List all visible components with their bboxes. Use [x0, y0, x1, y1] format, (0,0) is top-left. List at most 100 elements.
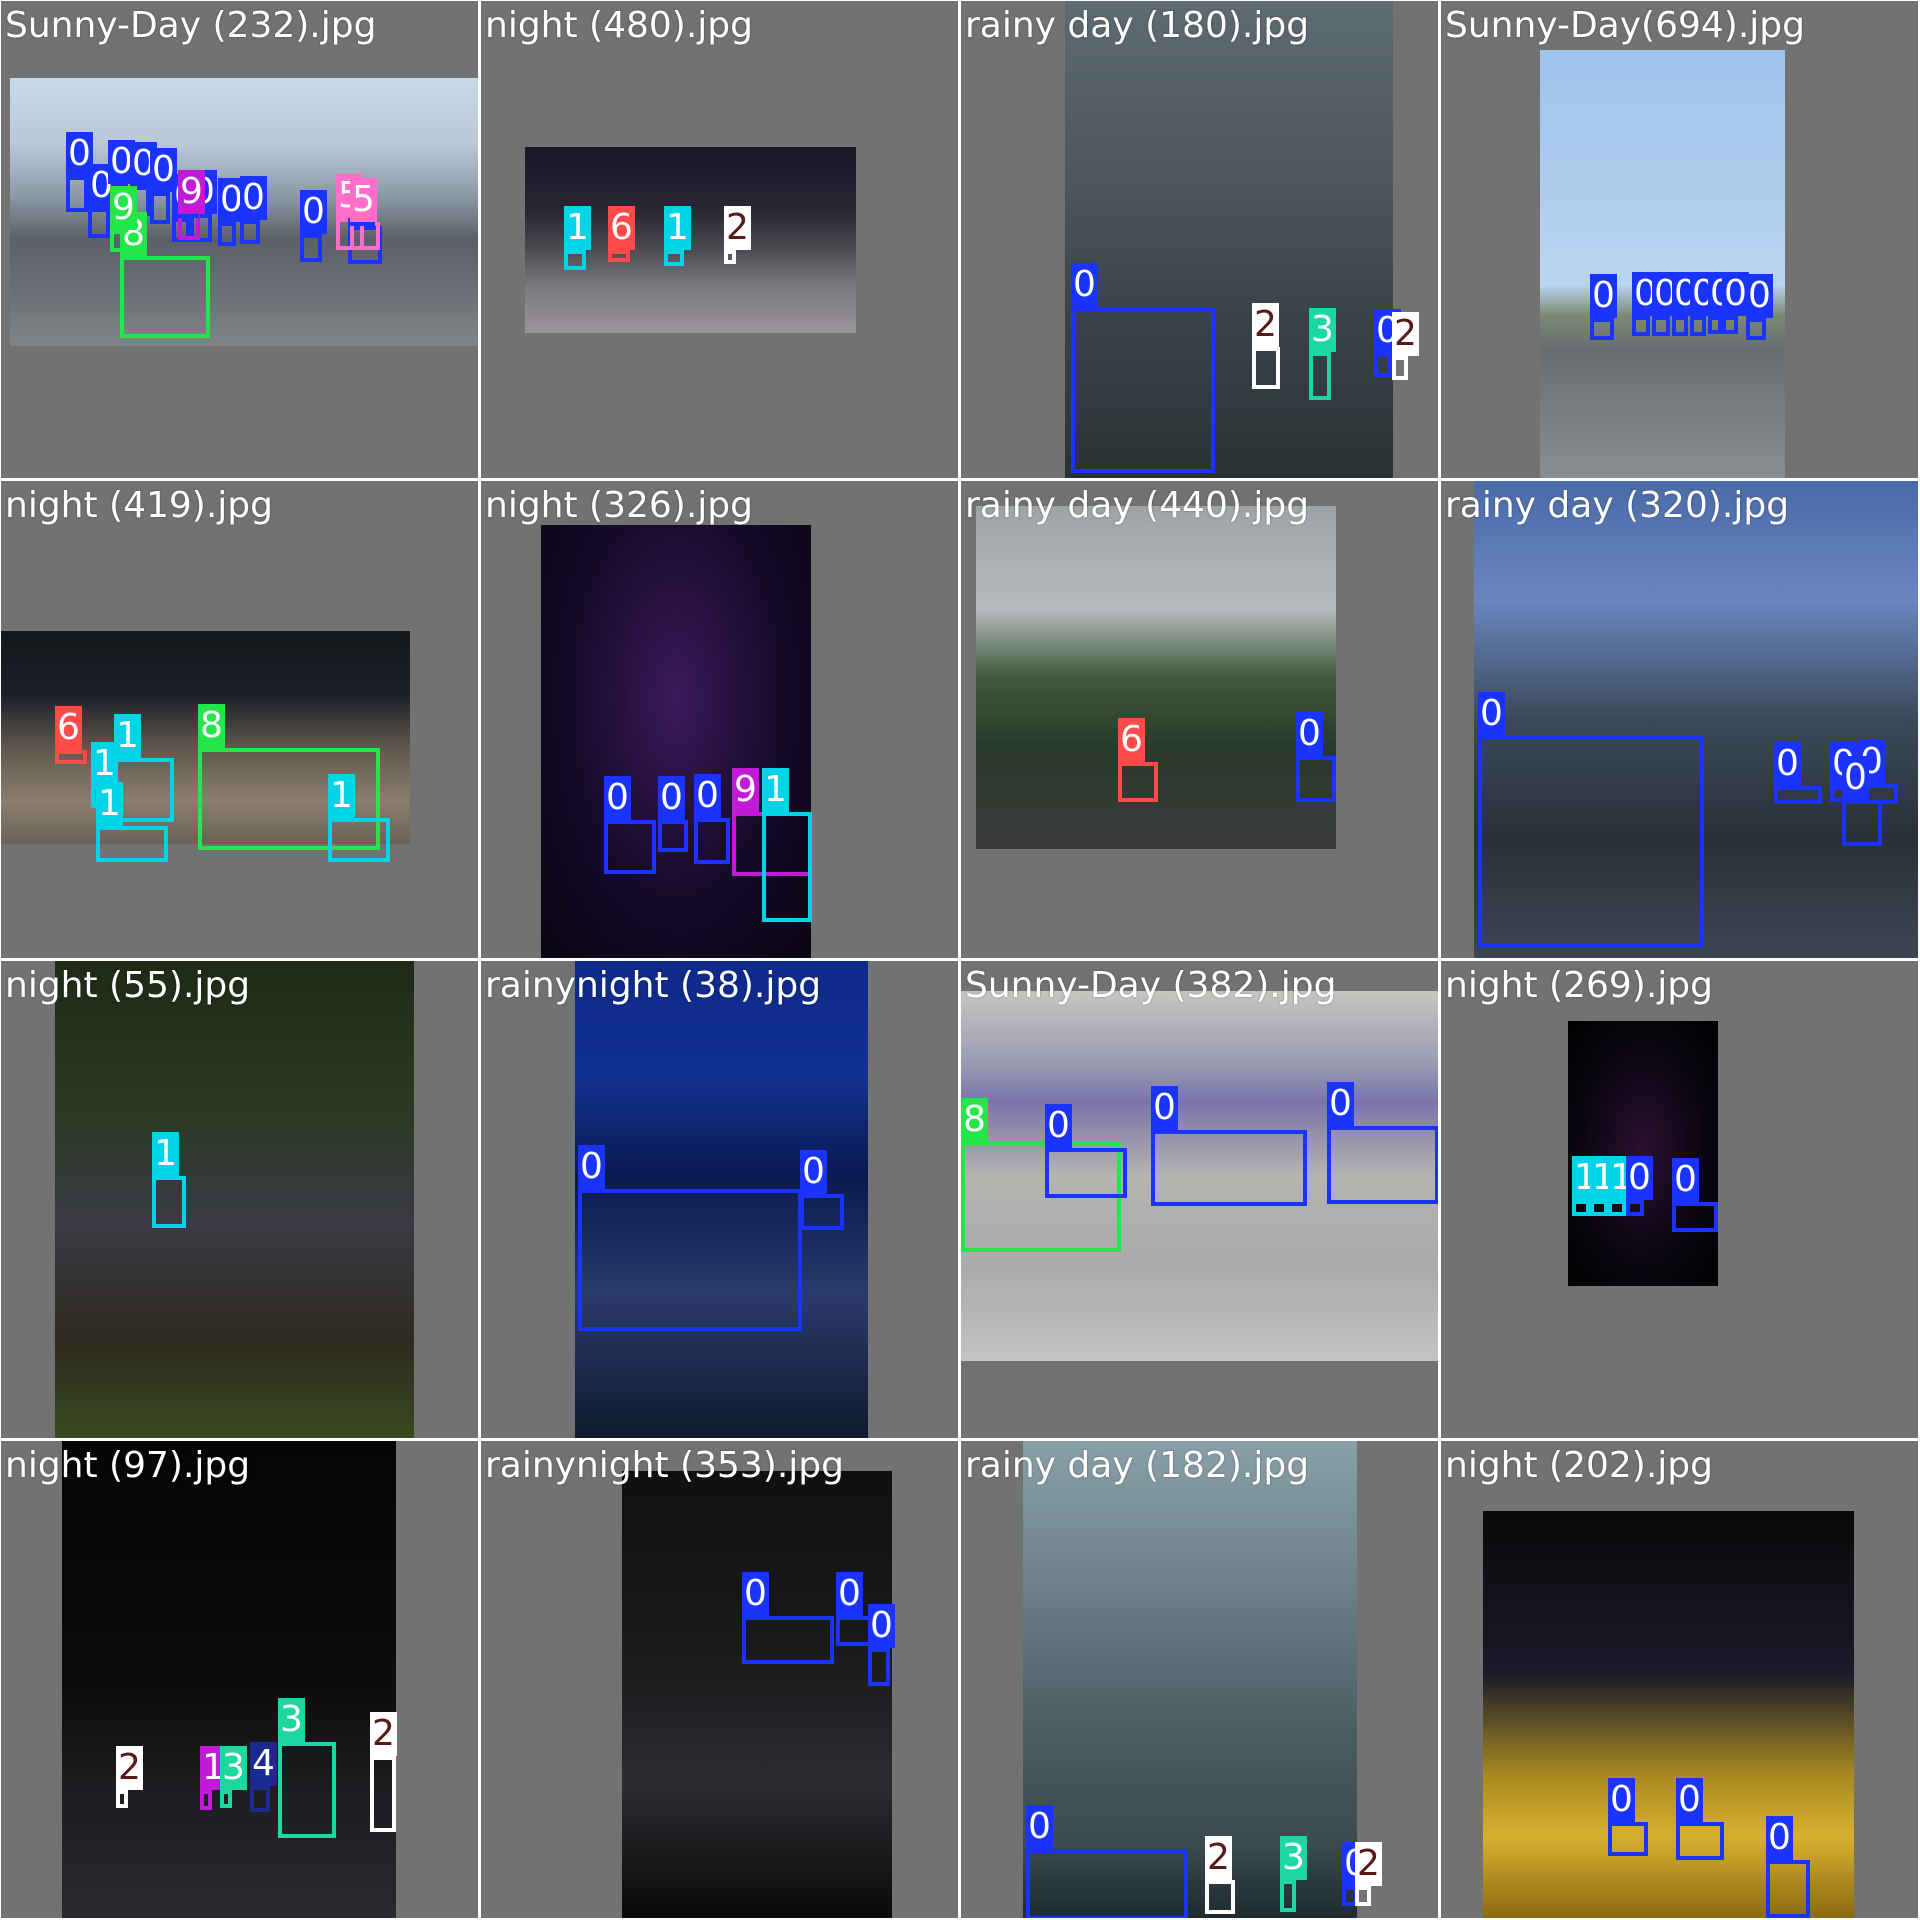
detection-mosaic: Sunny-Day (232).jpg0000000000095589night… [0, 0, 1920, 1920]
image-tile: rainynight (353).jpg 0 0 0 [481, 1441, 958, 1918]
detection-label: 1 [152, 1132, 179, 1176]
detection-box [564, 250, 586, 270]
detection-box [1632, 316, 1650, 336]
detection-label: 0 [1746, 274, 1773, 318]
detection-box [762, 812, 812, 922]
detection-label: 0 [1045, 1104, 1072, 1148]
detection-label: 0 [800, 1150, 827, 1194]
tile-filename: rainynight (353).jpg [485, 1445, 844, 1486]
detection-box [694, 818, 730, 864]
tile-filename: night (480).jpg [485, 5, 753, 46]
detection-label: 0 [1026, 1805, 1053, 1849]
image-tile: night (269).jpg 1 1 1 0 0 [1441, 961, 1918, 1438]
scene-photo [62, 1441, 396, 1918]
detection-box [1392, 356, 1408, 380]
detection-box [96, 826, 168, 862]
detection-label: 0 [300, 190, 327, 234]
detection-box [578, 1189, 802, 1331]
tile-filename: night (419).jpg [5, 485, 273, 526]
detection-box [350, 222, 380, 250]
detection-label: 0 [1608, 1778, 1635, 1822]
detection-label: 0 [1071, 263, 1098, 307]
detection-label: 9 [110, 186, 137, 230]
detection-label: 0 [240, 176, 267, 220]
detection-label: 0 [1626, 1156, 1653, 1200]
tile-filename: rainy day (182).jpg [965, 1445, 1310, 1486]
detection-label: 4 [250, 1742, 277, 1786]
detection-label: 1 [114, 714, 141, 758]
tile-filename: night (326).jpg [485, 485, 753, 526]
detection-label: 2 [116, 1746, 143, 1790]
detection-box [1572, 1200, 1590, 1216]
detection-box [1676, 1822, 1724, 1860]
detection-box [150, 192, 170, 224]
detection-box [1355, 1886, 1371, 1906]
detection-label: 6 [608, 206, 635, 250]
detection-box [218, 222, 236, 246]
image-tile: rainy day (182).jpg02302 [961, 1441, 1438, 1918]
detection-label: 1 [564, 206, 591, 250]
detection-label: 3 [1309, 308, 1336, 352]
detection-box [1327, 1126, 1438, 1204]
detection-box [1309, 352, 1331, 400]
detection-box [88, 208, 110, 238]
detection-label: 0 [1590, 274, 1617, 318]
detection-label: 0 [1672, 1158, 1699, 1202]
detection-box [220, 1790, 232, 1808]
detection-label: 2 [1205, 1836, 1232, 1880]
detection-box [658, 820, 688, 852]
detection-box [1205, 1880, 1235, 1914]
detection-label: 0 [868, 1604, 895, 1648]
detection-box [66, 176, 88, 212]
detection-label: 2 [370, 1712, 397, 1756]
tile-filename: Sunny-Day(694).jpg [1445, 5, 1805, 46]
image-tile: night (202).jpg 0 0 0 [1441, 1441, 1918, 1918]
detection-label: 0 [1842, 756, 1869, 800]
detection-box [250, 1786, 270, 1812]
detection-box [1118, 762, 1158, 802]
image-tile: rainy day (180).jpg 0 2 3 0 2 [961, 1, 1438, 478]
detection-box [1708, 316, 1722, 334]
detection-label: 0 [658, 776, 685, 820]
image-tile: night (326).jpg 0 0 0 9 1 [481, 481, 958, 958]
detection-box [1672, 316, 1688, 336]
detection-label: 0 [694, 774, 721, 818]
image-tile: Sunny-Day(694).jpg00000000 [1441, 1, 1918, 478]
detection-box [1045, 1148, 1127, 1198]
detection-box [300, 234, 322, 262]
detection-label: 0 [1722, 272, 1749, 316]
detection-box [1071, 307, 1215, 473]
detection-label: 1 [91, 742, 118, 786]
image-tile: night (419).jpg 6 1 1 1 8 1 [1, 481, 478, 958]
detection-box [1774, 786, 1822, 804]
detection-box [240, 220, 260, 244]
detection-box [55, 750, 87, 764]
detection-label: 0 [1478, 692, 1505, 736]
detection-label: 5 [350, 178, 377, 222]
detection-box [664, 250, 684, 266]
detection-label: 8 [961, 1098, 988, 1142]
detection-box [278, 1742, 336, 1838]
tile-filename: night (202).jpg [1445, 1445, 1713, 1486]
image-tile: night (97).jpg 2 1 3 4 3 2 [1, 1441, 478, 1918]
detection-box [1280, 1880, 1296, 1912]
detection-box [1608, 1200, 1626, 1216]
detection-label: 2 [1392, 312, 1419, 356]
detection-box [724, 250, 736, 264]
tile-filename: rainy day (440).jpg [965, 485, 1310, 526]
scene-photo [1540, 50, 1785, 478]
scene-photo [622, 1471, 892, 1918]
detection-label: 0 [1296, 712, 1323, 756]
scene-photo [55, 961, 414, 1438]
detection-box [604, 820, 656, 874]
detection-box [742, 1616, 834, 1664]
detection-box [608, 250, 630, 262]
detection-box [1626, 1200, 1644, 1216]
scene-photo [1568, 1021, 1718, 1286]
detection-label: 9 [732, 768, 759, 812]
detection-box [1026, 1849, 1188, 1918]
detection-box [1766, 1860, 1810, 1918]
detection-label: 6 [55, 706, 82, 750]
detection-label: 1 [328, 774, 355, 818]
detection-label: 1 [664, 206, 691, 250]
